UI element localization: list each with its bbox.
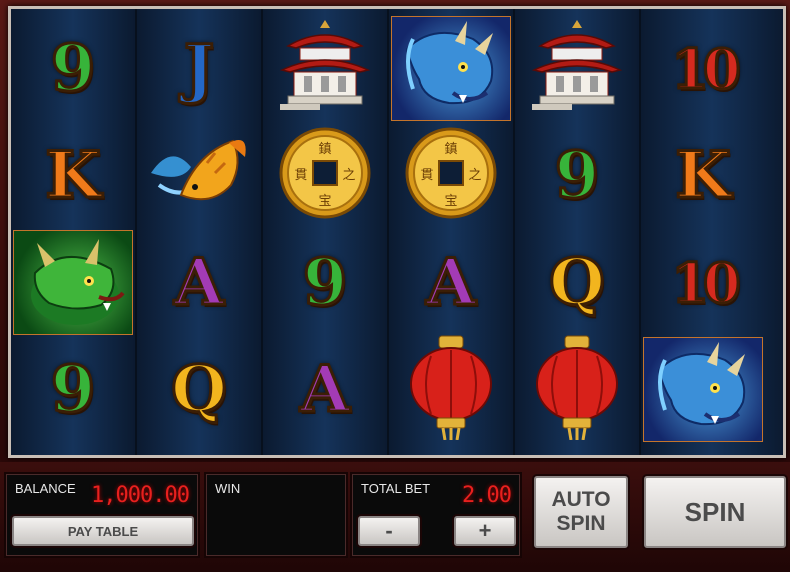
auto-spin-label-line1: AUTO (551, 488, 611, 511)
symbol-a: A (425, 244, 478, 320)
reel-4-symbol-3: A (389, 229, 513, 336)
reel-5-symbol-3: Q (515, 229, 639, 336)
reel-1-symbol-4: 9 (11, 336, 135, 443)
auto-spin-button[interactable]: AUTO SPIN (534, 476, 628, 548)
reel-3-symbol-3: 9 (263, 229, 387, 336)
reel-2-symbol-4: Q (137, 336, 261, 443)
spin-button[interactable]: SPIN (644, 476, 786, 548)
reel-5-symbol-1 (515, 15, 639, 122)
symbol-a: A (173, 244, 226, 320)
symbol-9: 9 (301, 244, 349, 320)
control-panel: BALANCE 1,000.00 PAY TABLE WIN TOTAL BET… (0, 462, 790, 572)
reel-4-symbol-1 (389, 15, 513, 122)
svg-text:貫: 貫 (420, 168, 433, 183)
svg-text:貫: 貫 (294, 168, 307, 183)
reel-2-symbol-1: J (137, 15, 261, 122)
reel-5-symbol-2: 9 (515, 122, 639, 229)
reel-1-symbol-3 (11, 229, 135, 336)
red-lantern-icon (403, 334, 499, 445)
total-bet-label: TOTAL BET (361, 481, 431, 496)
reel-3: 鎮 宝 貫 之 9 A (263, 9, 389, 455)
symbol-k: K (44, 137, 103, 213)
symbol-a: A (299, 351, 352, 427)
reel-5-symbol-4 (515, 334, 639, 445)
koi-fish-icon (141, 123, 257, 228)
reel-2-symbol-2 (137, 122, 261, 229)
reel-6-symbol-1: 10 (641, 15, 765, 122)
symbol-q: Q (170, 351, 229, 427)
reel-6: 10 K 10 (641, 9, 783, 455)
reel-1-symbol-1: 9 (11, 15, 135, 122)
symbol-q: Q (548, 244, 607, 320)
pay-table-button[interactable]: PAY TABLE (12, 516, 194, 546)
bet-increase-button[interactable]: + (454, 516, 516, 546)
balance-label: BALANCE (15, 481, 76, 496)
reel-5: 9 Q (515, 9, 641, 455)
win-display: WIN (206, 474, 346, 556)
red-lantern-icon (529, 334, 625, 445)
reel-4-symbol-4 (389, 334, 513, 445)
symbol-9: 9 (49, 30, 97, 106)
svg-text:宝: 宝 (318, 194, 331, 209)
blue-dragon-icon (643, 337, 763, 442)
reel-window: 9 K 9 J A Q 鎮 宝 貫 之 9 A 鎮 宝 貫 之 A 9 Q 10… (8, 6, 786, 458)
green-dragon-icon (13, 230, 133, 335)
reel-1-symbol-2: K (11, 122, 135, 229)
symbol-k: K (674, 137, 733, 213)
win-label: WIN (215, 481, 241, 496)
reel-4-symbol-2: 鎮 宝 貫 之 (389, 122, 513, 229)
symbol-10: 10 (670, 36, 742, 101)
reel-6-symbol-4 (641, 336, 765, 443)
svg-text:之: 之 (468, 168, 481, 183)
symbol-10: 10 (670, 250, 742, 315)
bet-decrease-button[interactable]: - (358, 516, 420, 546)
reel-4: 鎮 宝 貫 之 A (389, 9, 515, 455)
balance-value: 1,000.00 (91, 483, 190, 508)
reel-1: 9 K 9 (11, 9, 137, 455)
svg-text:鎮: 鎮 (444, 141, 457, 157)
auto-spin-label-line2: SPIN (556, 512, 606, 535)
reel-2-symbol-3: A (137, 229, 261, 336)
symbol-9: 9 (553, 137, 601, 213)
reel-3-symbol-1 (263, 15, 387, 122)
total-bet-value: 2.00 (462, 483, 512, 508)
gold-coin-icon: 鎮 宝 貫 之 (403, 125, 499, 226)
symbol-j: J (182, 30, 215, 106)
reel-6-symbol-2: K (641, 122, 765, 229)
reel-3-symbol-2: 鎮 宝 貫 之 (263, 122, 387, 229)
svg-text:之: 之 (342, 168, 355, 183)
pagoda-icon (270, 16, 380, 121)
svg-text:鎮: 鎮 (318, 141, 331, 157)
pagoda-icon (522, 16, 632, 121)
reel-6-symbol-3: 10 (641, 229, 765, 336)
svg-text:宝: 宝 (444, 194, 457, 209)
symbol-9: 9 (49, 351, 97, 427)
blue-dragon-icon (391, 16, 511, 121)
reel-frame: 9 K 9 J A Q 鎮 宝 貫 之 9 A 鎮 宝 貫 之 A 9 Q 10… (0, 0, 790, 462)
reel-3-symbol-4: A (263, 336, 387, 443)
gold-coin-icon: 鎮 宝 貫 之 (277, 125, 373, 226)
reel-2: J A Q (137, 9, 263, 455)
